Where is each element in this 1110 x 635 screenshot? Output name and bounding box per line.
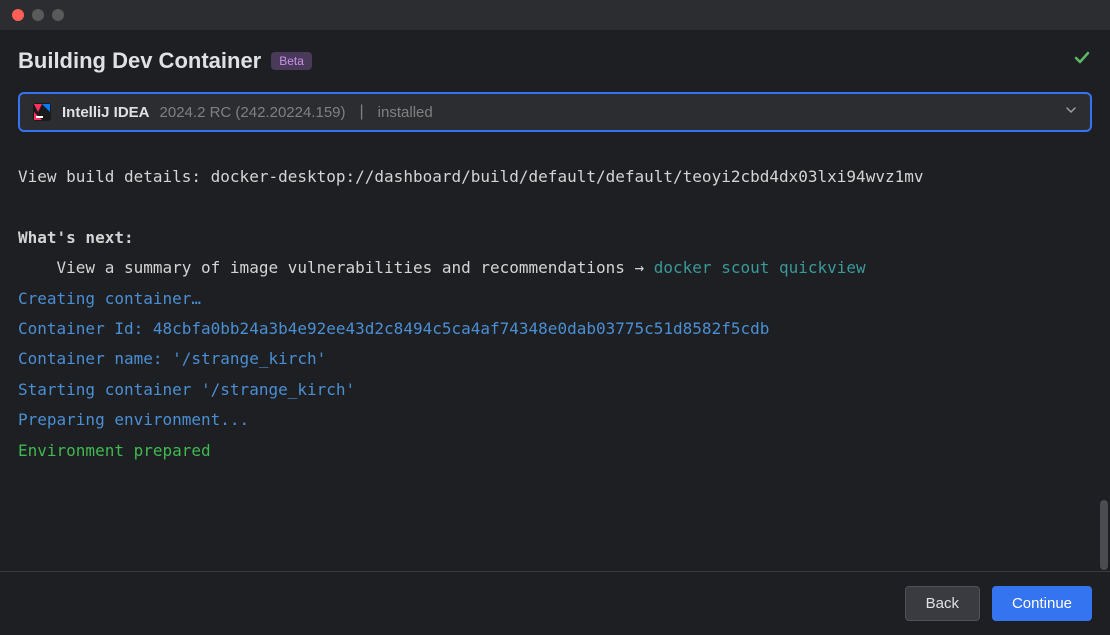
log-line: Starting container '/strange_kirch' [18, 380, 355, 399]
continue-button[interactable]: Continue [992, 586, 1092, 621]
beta-badge: Beta [271, 52, 312, 70]
maximize-window-button[interactable] [52, 9, 64, 21]
back-button[interactable]: Back [905, 586, 980, 621]
intellij-icon [32, 102, 52, 122]
ide-selector-dropdown[interactable]: IntelliJ IDEA 2024.2 RC (242.20224.159) … [18, 92, 1092, 132]
log-line: Preparing environment... [18, 410, 249, 429]
window-titlebar [0, 0, 1110, 30]
log-line: What's next: [18, 228, 134, 247]
close-window-button[interactable] [12, 9, 24, 21]
ide-separator: | [360, 103, 364, 121]
ide-name: IntelliJ IDEA [62, 104, 150, 121]
ide-version: 2024.2 RC (242.20224.159) [160, 104, 346, 121]
log-line: View a summary of image vulnerabilities … [18, 258, 866, 277]
dialog-header: Building Dev Container Beta [18, 48, 1092, 74]
ide-status: installed [378, 104, 433, 121]
minimize-window-button[interactable] [32, 9, 44, 21]
log-line: Environment prepared [18, 441, 211, 460]
chevron-down-icon [1064, 103, 1078, 122]
log-line: Container name: '/strange_kirch' [18, 349, 326, 368]
build-log-output: View build details: docker-desktop://das… [18, 162, 1092, 466]
log-line: Container Id: 48cbfa0bb24a3b4e92ee43d2c8… [18, 319, 769, 338]
dialog-title: Building Dev Container [18, 48, 261, 74]
scrollbar-thumb[interactable] [1100, 500, 1108, 570]
log-line: View build details: docker-desktop://das… [18, 167, 923, 186]
success-check-icon [1072, 48, 1092, 74]
dialog-footer: Back Continue [0, 571, 1110, 635]
log-line: Creating container… [18, 289, 201, 308]
